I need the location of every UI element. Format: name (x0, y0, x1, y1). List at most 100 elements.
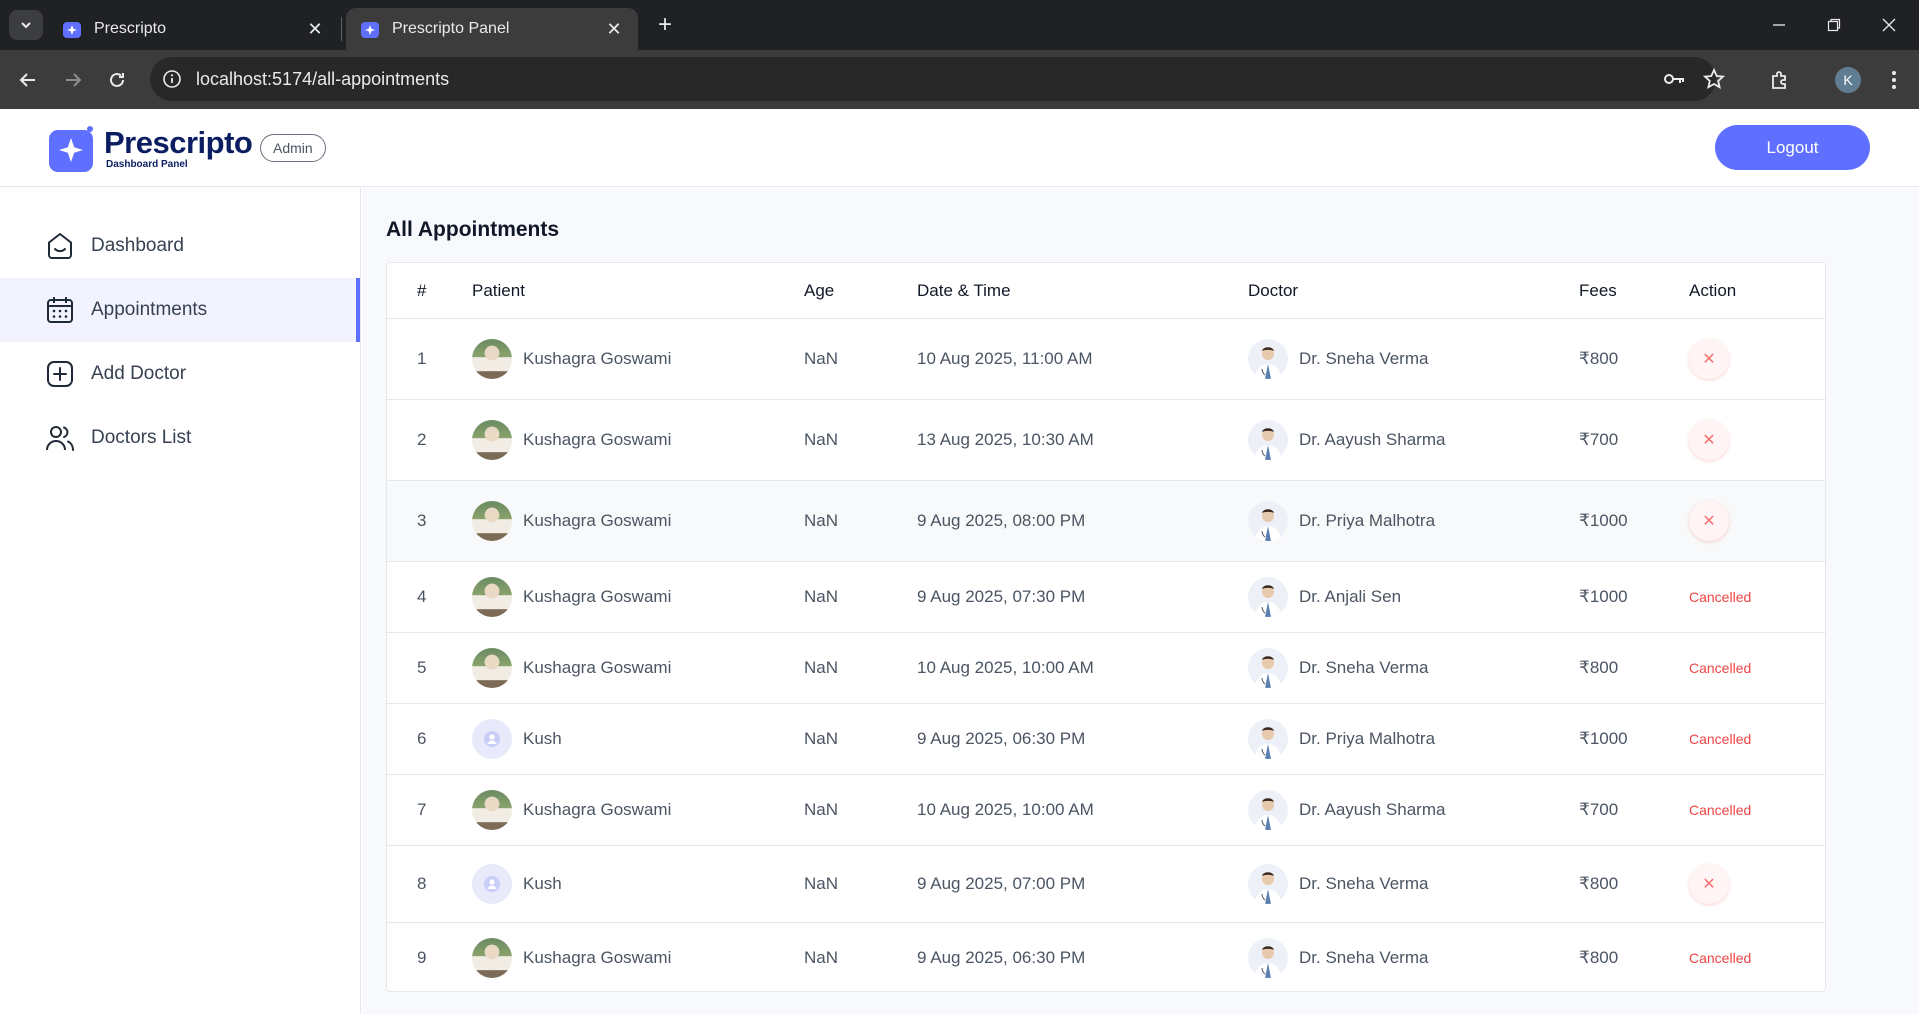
doctor-name: Dr. Sneha Verma (1299, 947, 1429, 967)
address-bar[interactable]: localhost:5174/all-appointments (150, 57, 1725, 101)
cancel-appointment-button[interactable]: ✕ (1689, 339, 1729, 379)
window-close-icon[interactable] (1861, 0, 1917, 50)
browser-tab-prescripto[interactable]: Prescripto ✕ (48, 8, 339, 50)
table-row: 4 Kushagra Goswami NaN 9 Aug 2025, 07:30 PM… (387, 562, 1825, 633)
appointment-fees: ₹1000 (1579, 587, 1628, 606)
profile-avatar[interactable]: K (1832, 64, 1864, 96)
close-icon[interactable]: ✕ (604, 19, 624, 39)
appointment-fees: ₹700 (1579, 800, 1619, 819)
browser-tab-prescripto-panel[interactable]: Prescripto Panel ✕ (346, 8, 638, 50)
action-cell: Cancelled (1689, 633, 1751, 703)
patient-name: Kush (523, 729, 562, 748)
patient-cell: Kushagra Goswami (472, 775, 671, 845)
table-header: # Patient Age Date & Time Doctor Fees Ac… (387, 263, 1825, 319)
patient-cell: Kush (472, 846, 562, 922)
appointment-datetime: 13 Aug 2025, 10:30 AM (917, 430, 1094, 449)
tab-separator (341, 17, 342, 41)
sidebar: Dashboard Appointments Add Doctor Doctor… (0, 188, 361, 1014)
back-arrow-icon[interactable] (12, 64, 44, 96)
doctor-avatar (1248, 501, 1288, 541)
patient-avatar (472, 937, 512, 978)
row-number: 1 (417, 349, 427, 368)
brand-name: Prescripto (104, 125, 253, 160)
new-tab-button[interactable]: + (651, 11, 679, 39)
doctor-cell: Dr. Priya Malhotra (1248, 704, 1435, 774)
patient-name: Kushagra Goswami (523, 511, 672, 530)
patient-cell: Kushagra Goswami (472, 400, 671, 480)
appointment-fees: ₹800 (1579, 349, 1619, 368)
cancelled-status: Cancelled (1689, 660, 1752, 676)
patient-cell: Kushagra Goswami (472, 562, 671, 632)
tab-search-button[interactable] (9, 10, 43, 40)
doctor-cell: Dr. Sneha Verma (1248, 846, 1428, 922)
brand-subtitle: Dashboard Panel (106, 159, 188, 170)
patient-avatar (472, 420, 512, 460)
table-row: 7 Kushagra Goswami NaN 10 Aug 2025, 10:00 A… (387, 775, 1825, 846)
patient-avatar (472, 339, 512, 379)
appointment-fees: ₹800 (1579, 874, 1619, 893)
patient-avatar (472, 577, 512, 617)
doctor-name: Dr. Priya Malhotra (1299, 729, 1436, 748)
patient-avatar (472, 648, 512, 688)
patient-name: Kushagra Goswami (523, 430, 672, 449)
patient-name: Kushagra Goswami (523, 587, 672, 606)
more-menu-icon[interactable] (1878, 64, 1910, 96)
row-number: 4 (417, 587, 427, 606)
reload-icon[interactable] (101, 64, 133, 96)
table-row: 8 Kush NaN 9 Aug 2025, 07:00 PM Dr. Sneha Ve… (387, 846, 1825, 923)
close-icon[interactable]: ✕ (305, 19, 325, 39)
cancelled-status: Cancelled (1689, 731, 1752, 747)
logout-button[interactable]: Logout (1715, 125, 1870, 170)
patient-age: NaN (804, 947, 839, 967)
appointment-datetime: 10 Aug 2025, 10:00 AM (917, 800, 1094, 819)
url-text: localhost:5174/all-appointments (196, 68, 450, 89)
appointment-fees: ₹800 (1579, 947, 1619, 967)
bookmark-star-icon[interactable] (1702, 67, 1726, 91)
table-row: 1 Kushagra Goswami NaN 10 Aug 2025, 11:00 A… (387, 319, 1825, 400)
restore-icon[interactable] (1806, 0, 1862, 50)
doctor-avatar (1248, 790, 1288, 830)
sidebar-item-add-doctor[interactable]: Add Doctor (0, 342, 360, 406)
appointment-fees: ₹700 (1579, 430, 1619, 449)
sidebar-item-doctors-list[interactable]: Doctors List (0, 406, 360, 470)
patient-age: NaN (804, 658, 839, 677)
doctor-cell: Dr. Sneha Verma (1248, 319, 1428, 399)
doctor-name: Dr. Sneha Verma (1299, 874, 1429, 893)
cancel-appointment-button[interactable]: ✕ (1689, 501, 1729, 541)
people-icon (43, 421, 77, 455)
tab-title: Prescripto Panel (392, 20, 510, 37)
column-header-doctor: Doctor (1248, 281, 1299, 300)
password-key-icon[interactable] (1662, 67, 1686, 91)
forward-arrow-icon[interactable] (57, 64, 89, 96)
patient-avatar (472, 501, 512, 541)
column-header-datetime: Date & Time (917, 281, 1011, 300)
close-icon: ✕ (1702, 876, 1716, 893)
row-number: 9 (417, 947, 427, 967)
sidebar-item-label: Doctors List (91, 427, 192, 448)
browser-toolbar: localhost:5174/all-appointments K (0, 50, 1919, 109)
site-info-icon[interactable] (152, 59, 192, 99)
action-cell: Cancelled (1689, 775, 1751, 845)
patient-name: Kushagra Goswami (523, 658, 672, 677)
prescripto-logo-icon (49, 126, 93, 172)
cancel-appointment-button[interactable]: ✕ (1689, 420, 1729, 460)
close-icon: ✕ (1702, 432, 1716, 449)
appointment-datetime: 9 Aug 2025, 06:30 PM (917, 729, 1086, 748)
action-cell: Cancelled (1689, 562, 1751, 632)
doctor-avatar (1248, 864, 1288, 904)
doctor-name: Dr. Anjali Sen (1299, 587, 1402, 606)
column-header-patient: Patient (472, 281, 525, 300)
role-badge: Admin (260, 134, 326, 162)
table-row: 3 Kushagra Goswami NaN 9 Aug 2025, 08:00 PM… (387, 481, 1825, 562)
cancelled-status: Cancelled (1689, 949, 1752, 966)
cancelled-status: Cancelled (1689, 589, 1752, 605)
patient-cell: Kushagra Goswami (472, 923, 671, 991)
patient-age: NaN (804, 874, 839, 893)
doctor-name: Dr. Aayush Sharma (1299, 800, 1446, 819)
minimize-icon[interactable] (1751, 0, 1807, 50)
action-cell: Cancelled (1689, 704, 1751, 774)
cancel-appointment-button[interactable]: ✕ (1689, 864, 1729, 904)
sidebar-item-dashboard[interactable]: Dashboard (0, 214, 360, 278)
extensions-puzzle-icon[interactable] (1765, 64, 1797, 96)
sidebar-item-appointments[interactable]: Appointments (0, 278, 360, 342)
